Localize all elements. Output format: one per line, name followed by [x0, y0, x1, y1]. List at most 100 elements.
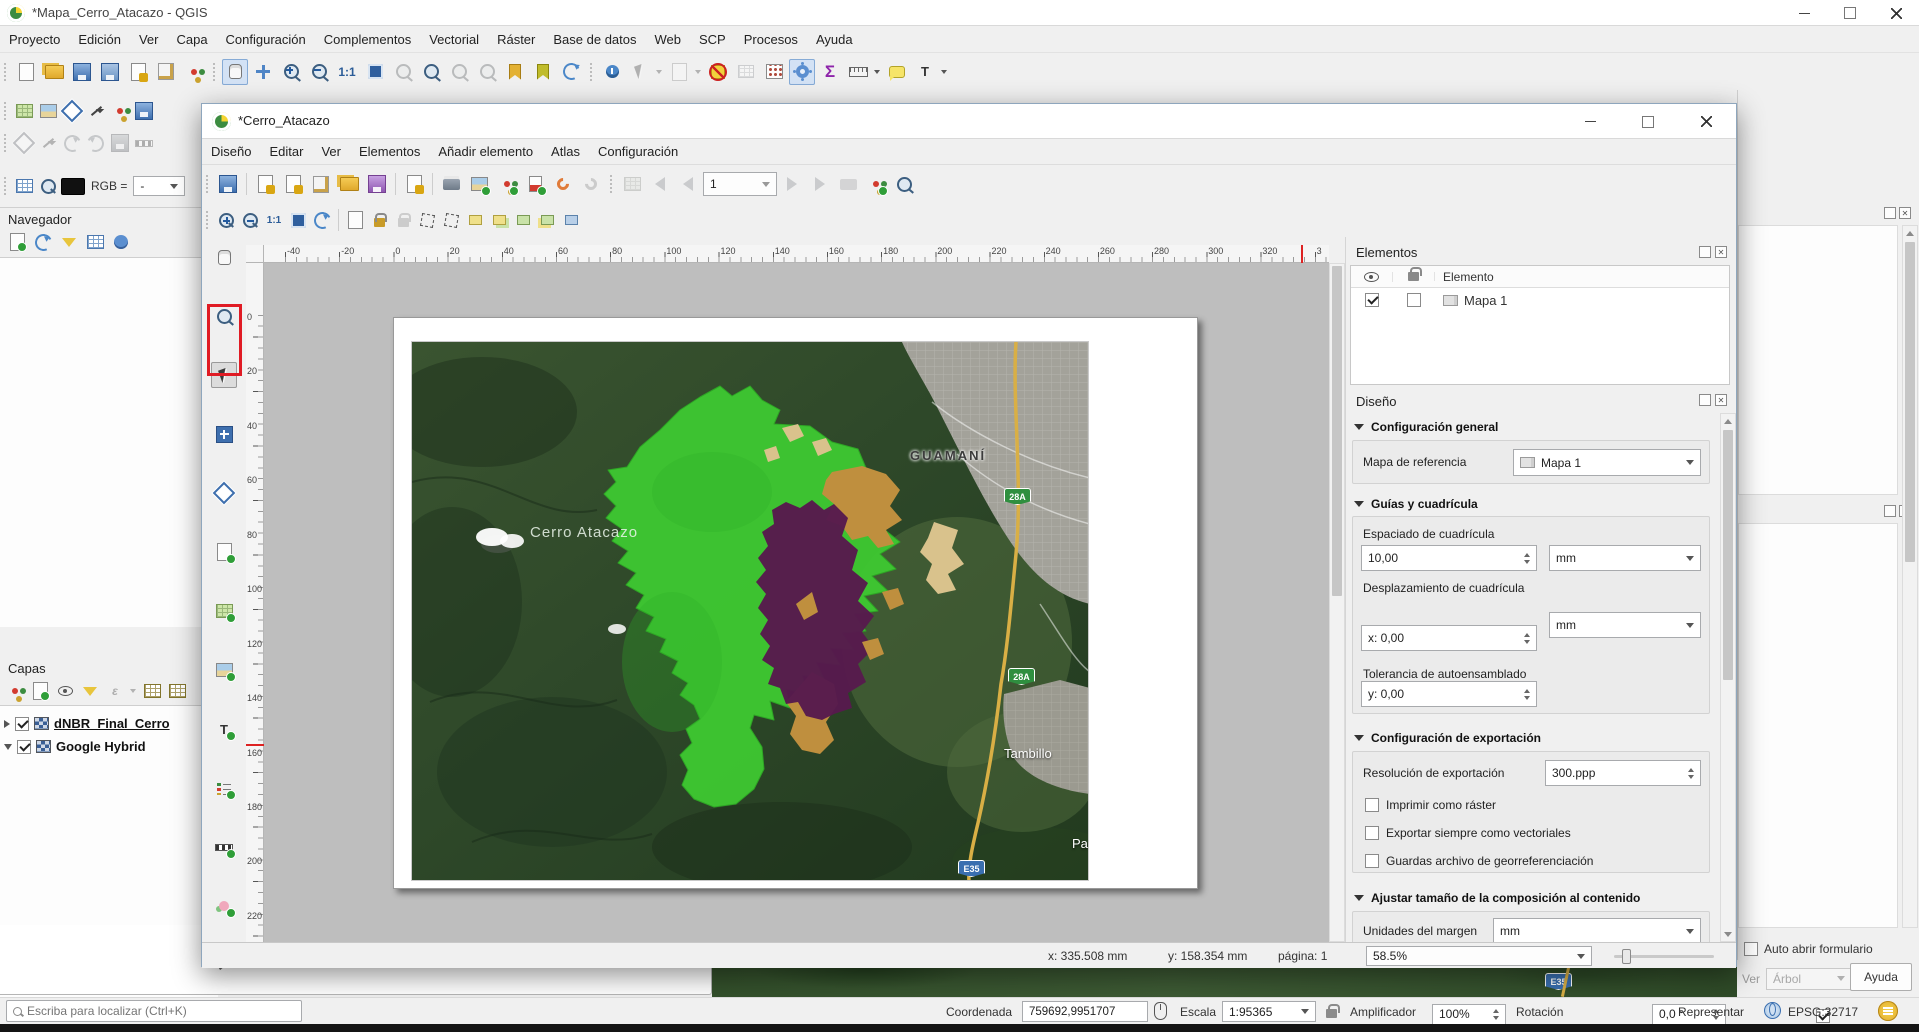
add-feature-icon[interactable] — [37, 132, 59, 154]
locator-input[interactable] — [27, 1004, 267, 1018]
filter-by-expression-icon[interactable]: ε — [104, 680, 126, 702]
layout-manager-icon[interactable] — [308, 171, 334, 197]
collapse-all-icon[interactable] — [166, 680, 188, 702]
lock-scale-icon[interactable] — [1326, 1004, 1337, 1018]
refresh-map-icon[interactable] — [558, 59, 584, 85]
style-manager-icon[interactable] — [181, 59, 207, 85]
layout-maximize-button[interactable] — [1625, 104, 1671, 139]
layer-name[interactable]: Google Hybrid — [56, 739, 146, 754]
save-project-icon[interactable] — [69, 59, 95, 85]
main-menu-item[interactable]: Base de datos — [544, 28, 645, 51]
main-menu-item[interactable]: Capa — [167, 28, 216, 51]
zoom-in-icon[interactable] — [215, 209, 237, 231]
pan-map-icon[interactable] — [222, 59, 248, 85]
panel-close-icon[interactable]: ✕ — [1715, 394, 1727, 406]
expand-icon[interactable] — [4, 720, 10, 728]
georreferenciacion-checkbox[interactable] — [1365, 854, 1379, 868]
layer-row-google-hybrid[interactable]: Google Hybrid — [4, 735, 214, 758]
main-menu-item[interactable]: Vectorial — [420, 28, 488, 51]
resize-items-icon[interactable] — [560, 209, 582, 231]
element-lock-checkbox[interactable] — [1407, 293, 1421, 307]
export-svg-icon[interactable] — [494, 171, 520, 197]
layout-menu-item[interactable]: Ver — [312, 140, 350, 163]
save-project-icon[interactable] — [215, 171, 241, 197]
collapse-tree-icon[interactable] — [84, 231, 106, 253]
show-sum-icon[interactable]: Σ — [817, 59, 843, 85]
zoom-last-icon[interactable] — [446, 59, 472, 85]
add-picture-icon[interactable] — [211, 657, 237, 683]
layout-menu-item[interactable]: Elementos — [350, 140, 429, 163]
layer-visibility-checkbox[interactable] — [17, 740, 31, 754]
escala-combo[interactable]: 1:95365 — [1222, 1001, 1316, 1022]
layout-canvas[interactable]: Cerro Atacazo GUAMANÍ Tambillo Pa 28A 28… — [264, 263, 1329, 942]
expand-all-icon[interactable] — [141, 680, 163, 702]
layer-visibility-checkbox[interactable] — [15, 717, 29, 731]
add-group-icon[interactable] — [29, 680, 51, 702]
maximize-button[interactable] — [1827, 0, 1873, 26]
zoom-next-icon[interactable] — [474, 59, 500, 85]
lower-items-icon[interactable] — [488, 209, 510, 231]
add-scalebar-icon[interactable] — [211, 834, 237, 860]
export-image-icon[interactable] — [466, 171, 492, 197]
export-pdf-icon[interactable] — [522, 171, 548, 197]
select-next-above-icon[interactable] — [440, 209, 462, 231]
main-menu-item[interactable]: Proyecto — [0, 28, 69, 51]
canvas-scrollbar[interactable] — [1329, 263, 1345, 942]
show-bookmarks-icon[interactable] — [530, 59, 556, 85]
main-menu-item[interactable]: SCP — [690, 28, 735, 51]
print-atlas-icon[interactable] — [835, 171, 861, 197]
vertex-tool-icon[interactable] — [133, 132, 155, 154]
add-raster-layer-icon[interactable] — [37, 100, 59, 122]
zoom-out-icon[interactable] — [239, 209, 261, 231]
minimize-button[interactable] — [1781, 0, 1827, 26]
add-map-icon[interactable] — [211, 598, 237, 624]
panel-float-icon[interactable] — [1699, 246, 1711, 258]
espaciado-unit-combo[interactable]: mm — [1549, 545, 1701, 571]
save-project-as-icon[interactable] — [97, 59, 123, 85]
coordenada-input[interactable]: 759692,9951707 — [1022, 1001, 1148, 1022]
panel-close-icon[interactable]: ✕ — [1899, 207, 1911, 219]
main-menu-item[interactable]: Web — [646, 28, 691, 51]
panel-float-icon[interactable] — [1884, 207, 1896, 219]
scp-bandset-icon[interactable] — [13, 175, 35, 197]
atlas-last-icon[interactable] — [807, 171, 833, 197]
main-menu-item[interactable]: Procesos — [735, 28, 807, 51]
diseno-scrollbar[interactable] — [1720, 413, 1736, 942]
refresh-browser-icon[interactable] — [32, 231, 54, 253]
new-print-layout-icon[interactable] — [125, 59, 151, 85]
layout-manager-icon[interactable] — [153, 59, 179, 85]
layout-minimize-button[interactable] — [1567, 104, 1613, 139]
redo-edit-icon[interactable] — [85, 132, 107, 154]
edit-nodes-item-icon[interactable] — [211, 480, 237, 506]
section-guias-cuadricula[interactable]: Guías y cuadrícula — [1354, 497, 1478, 511]
section-configuracion-general[interactable]: Configuración general — [1354, 420, 1498, 434]
layout-menu-item[interactable]: Atlas — [542, 140, 589, 163]
print-icon[interactable] — [438, 171, 464, 197]
identify-features-icon[interactable] — [599, 59, 625, 85]
crs-globe-icon[interactable] — [1764, 1002, 1781, 1019]
lock-items-icon[interactable] — [368, 209, 390, 231]
statistics-panel-icon[interactable] — [761, 59, 787, 85]
main-menu-item[interactable]: Edición — [69, 28, 130, 51]
layer-name[interactable]: dNBR_Final_Cerro — [54, 716, 170, 731]
unlock-items-icon[interactable] — [392, 209, 414, 231]
undo-icon[interactable] — [550, 171, 576, 197]
main-menu-item[interactable]: Configuración — [217, 28, 315, 51]
new-shapefile-icon[interactable] — [85, 100, 107, 122]
manage-map-themes-icon[interactable] — [54, 680, 76, 702]
epsg-label[interactable]: EPSG:32717 — [1788, 1005, 1858, 1019]
desplazamiento-y-spin[interactable]: y: 0,00 — [1361, 681, 1537, 707]
zoom-to-selection-icon[interactable] — [390, 59, 416, 85]
zoom-native-icon[interactable]: 1:1 — [334, 59, 360, 85]
imprimir-raster-checkbox[interactable] — [1365, 798, 1379, 812]
atlas-settings-icon[interactable] — [619, 171, 645, 197]
zoom-in-icon[interactable] — [278, 59, 304, 85]
layer-row-dnbr[interactable]: dNBR_Final_Cerro — [4, 712, 214, 735]
export-atlas-pdf-icon[interactable] — [863, 171, 889, 197]
extent-mouse-icon[interactable] — [1154, 1002, 1167, 1020]
add-page-icon[interactable] — [211, 539, 237, 565]
band-swatch[interactable] — [61, 178, 85, 195]
main-menu-item[interactable]: Complementos — [315, 28, 420, 51]
distribute-items-icon[interactable] — [536, 209, 558, 231]
mapa-referencia-combo[interactable]: Mapa 1 — [1513, 449, 1701, 476]
